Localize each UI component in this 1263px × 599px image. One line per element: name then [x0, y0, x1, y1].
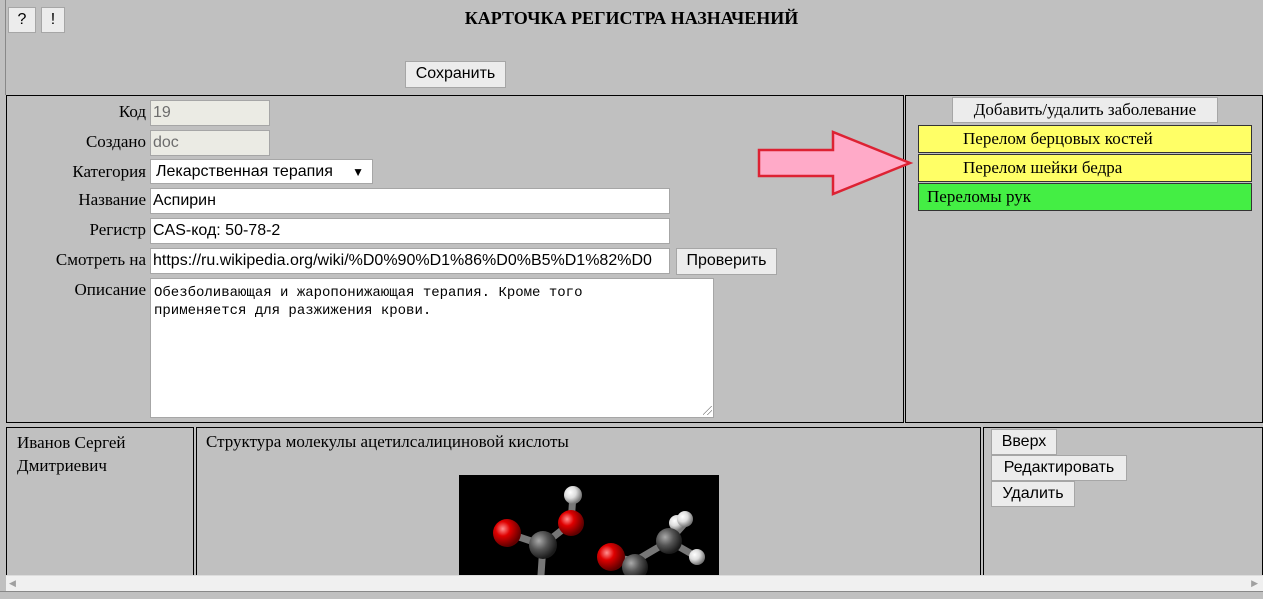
disease-item-label: Перелом берцовых костей [963, 129, 1153, 148]
disease-item-label: Переломы рук [927, 187, 1031, 206]
add-remove-disease-button[interactable]: Добавить/удалить заболевание [952, 97, 1218, 123]
category-select-value: Лекарственная терапия [156, 163, 333, 180]
see-at-field[interactable]: https://ru.wikipedia.org/wiki/%D0%90%D1%… [150, 248, 670, 274]
register-label: Регистр [89, 220, 146, 239]
name-field[interactable]: Аспирин [150, 188, 670, 214]
author-name-line2: Дмитриевич [17, 456, 107, 475]
horizontal-scrollbar[interactable]: ◀ ▶ [6, 575, 1263, 591]
code-label: Код [118, 102, 146, 121]
scroll-left-icon[interactable]: ◀ [9, 578, 16, 589]
header-left-border [5, 0, 6, 95]
page-title: КАРТОЧКА РЕГИСТРА НАЗНАЧЕНИЙ [464, 8, 799, 28]
see-at-label: Смотреть на [55, 250, 146, 269]
save-button[interactable]: Сохранить [405, 61, 506, 88]
disease-item-tibia-fracture[interactable]: Перелом берцовых костей [918, 125, 1252, 153]
description-label: Описание [74, 280, 146, 299]
author-name-line1: Иванов Сергей [17, 433, 126, 452]
created-label: Создано [85, 132, 146, 151]
chevron-down-icon: ▼ [352, 165, 364, 179]
disease-item-arm-fractures[interactable]: Переломы рук [918, 183, 1252, 211]
delete-button[interactable]: Удалить [991, 481, 1075, 507]
pointer-arrow-icon [757, 130, 914, 196]
check-button[interactable]: Проверить [676, 248, 777, 275]
code-field[interactable]: 19 [150, 100, 270, 126]
structure-caption: Структура молекулы ацетилсалициновой кис… [206, 432, 569, 451]
disease-item-hip-fracture[interactable]: Перелом шейки бедра [918, 154, 1252, 182]
up-button[interactable]: Вверх [991, 429, 1057, 455]
register-field[interactable]: CAS-код: 50-78-2 [150, 218, 670, 244]
description-textarea[interactable]: Обезболивающая и жаропонижающая терапия.… [150, 278, 714, 418]
category-label: Категория [72, 162, 146, 181]
name-label: Название [78, 190, 146, 209]
scroll-right-icon[interactable]: ▶ [1251, 578, 1258, 589]
edit-button[interactable]: Редактировать [991, 455, 1127, 481]
created-field[interactable]: doc [150, 130, 270, 156]
resize-handle-icon[interactable] [703, 406, 712, 415]
molecule-image [459, 475, 719, 575]
author-name: Иванов Сергей Дмитриевич [17, 431, 125, 477]
disease-item-label: Перелом шейки бедра [963, 158, 1123, 177]
category-select[interactable]: Лекарственная терапия ▼ [150, 159, 373, 184]
